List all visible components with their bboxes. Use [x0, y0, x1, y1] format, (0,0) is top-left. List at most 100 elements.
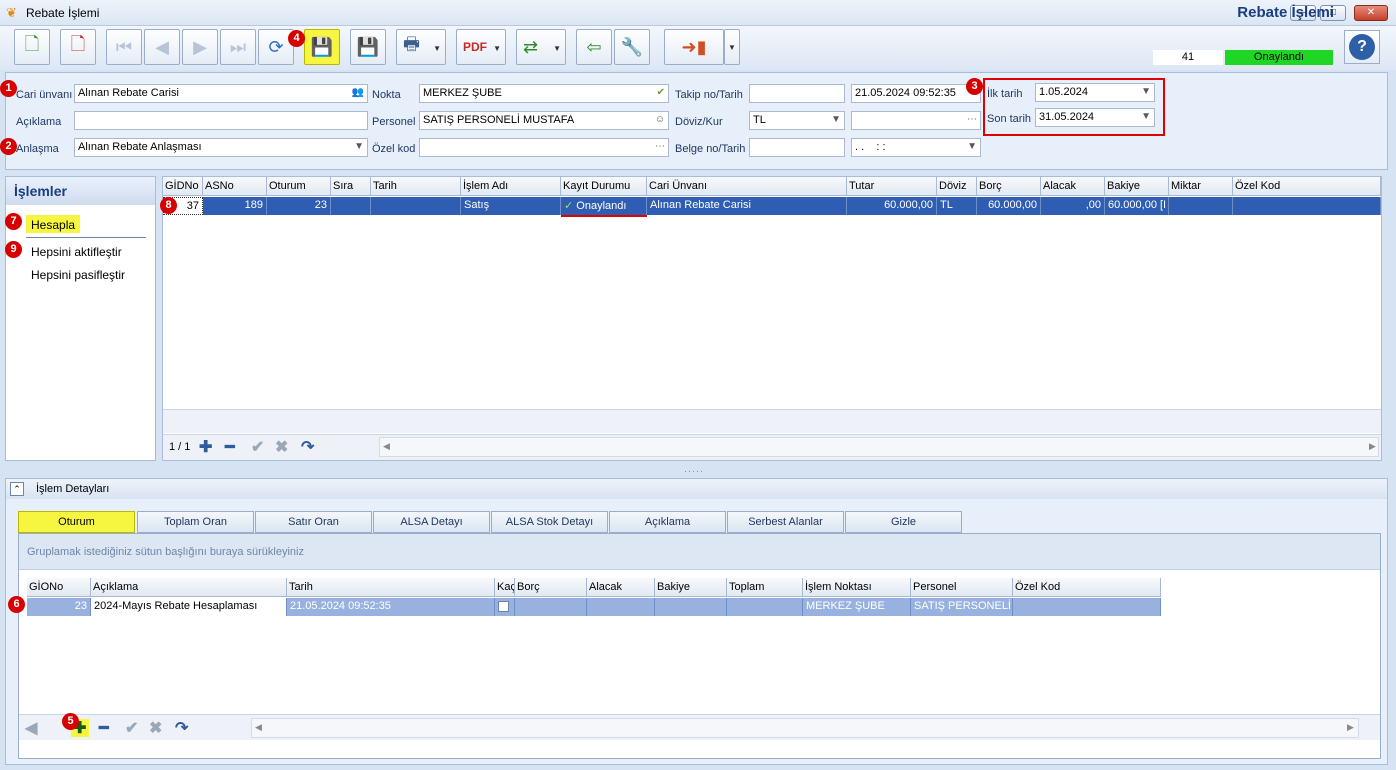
scroll-left-icon[interactable]: ◀: [383, 441, 390, 452]
refresh-row-icon[interactable]: ↷: [175, 718, 188, 738]
anlasma-select[interactable]: Alınan Rebate Anlaşması ▼: [74, 138, 368, 157]
column-header-tutar[interactable]: Tutar: [847, 177, 937, 196]
confirm-row-icon[interactable]: ✔: [251, 437, 264, 457]
cari-unvani-field[interactable]: Alınan Rebate Carisi 👥: [74, 84, 368, 103]
detail-header-personel[interactable]: Personel: [911, 578, 1013, 597]
cell-bakiye[interactable]: 60.000,00 [I: [1105, 197, 1169, 215]
confirm-row-icon[interactable]: ✔: [125, 718, 138, 738]
cell-islem-adi[interactable]: Satış: [461, 197, 561, 215]
column-header-borc[interactable]: Borç: [977, 177, 1041, 196]
action-hesapla[interactable]: Hesapla: [31, 218, 75, 232]
column-header-alacak[interactable]: Alacak: [1041, 177, 1105, 196]
detail-header-alacak[interactable]: Alacak: [587, 578, 655, 597]
previous-icon[interactable]: ◀: [25, 718, 37, 738]
column-header-tarih[interactable]: Tarih: [371, 177, 461, 196]
splitter-handle[interactable]: ·····: [684, 466, 704, 476]
tab-oturum[interactable]: Oturum: [18, 511, 135, 533]
cell-cari-unvani[interactable]: Alınan Rebate Carisi: [647, 197, 847, 215]
detail-cell-ozel-kod[interactable]: [1013, 598, 1161, 616]
detail-header-toplam[interactable]: Toplam: [727, 578, 803, 597]
cell-tutar[interactable]: 60.000,00: [847, 197, 937, 215]
belge-no-field[interactable]: [749, 138, 845, 157]
detail-header-tarih[interactable]: Tarih: [287, 578, 495, 597]
aciklama-field[interactable]: [74, 111, 368, 130]
column-header-bakiye[interactable]: Bakiye: [1105, 177, 1169, 196]
detail-cell-bakiye[interactable]: [655, 598, 727, 616]
help-button[interactable]: ?: [1344, 30, 1380, 64]
import-button[interactable]: ⇦: [576, 29, 612, 65]
cell-doviz[interactable]: TL: [937, 197, 977, 215]
transfer-button[interactable]: ⇄ ▼: [516, 29, 566, 65]
check-lookup-icon[interactable]: ✔: [657, 87, 665, 98]
chevron-down-icon[interactable]: ▼: [1141, 111, 1151, 122]
detail-cell-aciklama[interactable]: 2024-Mayıs Rebate Hesaplaması: [91, 598, 287, 616]
cell-sira[interactable]: [331, 197, 371, 215]
chevron-down-icon[interactable]: ▼: [1141, 86, 1151, 97]
action-hepsini-pasiflestir[interactable]: Hepsini pasifleştir: [31, 268, 125, 282]
column-header-islem-adi[interactable]: İşlem Adı: [461, 177, 561, 196]
belge-date-field[interactable]: . . : : ▼: [851, 138, 981, 157]
son-tarih-select[interactable]: 31.05.2024 ▼: [1035, 108, 1155, 127]
action-hepsini-aktiflestir[interactable]: Hepsini aktifleştir: [31, 245, 122, 259]
new-document-button[interactable]: 🗋: [14, 29, 50, 65]
print-button[interactable]: 🖶 ▼: [396, 29, 446, 65]
detail-header-aciklama[interactable]: Açıklama: [91, 578, 287, 597]
column-header-cari-unvani[interactable]: Cari Ünvanı: [647, 177, 847, 196]
chevron-down-icon[interactable]: ▼: [354, 141, 364, 152]
detail-cell-alacak[interactable]: [587, 598, 655, 616]
horizontal-scrollbar[interactable]: [379, 437, 1379, 457]
chevron-down-icon[interactable]: ▼: [967, 141, 977, 152]
exit-dropdown-button[interactable]: ▼: [724, 29, 740, 65]
pdf-export-button[interactable]: PDF ▼: [456, 29, 506, 65]
remove-row-icon[interactable]: ━: [225, 437, 235, 457]
tab-serbest-alanlar[interactable]: Serbest Alanlar: [727, 511, 844, 533]
detail-header-bakiye[interactable]: Bakiye: [655, 578, 727, 597]
users-lookup-icon[interactable]: 👥: [352, 87, 364, 98]
column-header-gidno[interactable]: GİDNo: [163, 177, 203, 196]
detail-header-giono[interactable]: GİONo: [27, 578, 91, 597]
cell-alacak[interactable]: ,00: [1041, 197, 1105, 215]
cell-oturum[interactable]: 23: [267, 197, 331, 215]
detail-cell-islem-noktasi[interactable]: MERKEZ ŞUBE: [803, 598, 911, 616]
tab-alsa-detayi[interactable]: ALSA Detayı: [373, 511, 490, 533]
person-lookup-icon[interactable]: ☺: [655, 114, 665, 125]
settings-button[interactable]: 🔧: [614, 29, 650, 65]
column-header-ozel-kod[interactable]: Özel Kod: [1233, 177, 1381, 196]
ilk-tarih-select[interactable]: 1.05.2024 ▼: [1035, 83, 1155, 102]
detail-cell-tarih[interactable]: 21.05.2024 09:52:35: [287, 598, 495, 616]
column-header-asno[interactable]: ASNo: [203, 177, 267, 196]
tab-toplam-oran[interactable]: Toplam Oran: [137, 511, 254, 533]
detail-cell-giono[interactable]: 23: [27, 598, 91, 616]
close-button[interactable]: ✕: [1354, 5, 1388, 21]
ozel-kod-field[interactable]: ⋯: [419, 138, 669, 157]
refresh-row-icon[interactable]: ↷: [301, 437, 314, 457]
cell-kayit-durumu[interactable]: ✓ Onaylandı: [561, 197, 647, 215]
personel-field[interactable]: SATIŞ PERSONELİ MUSTAFA ☺: [419, 111, 669, 130]
ellipsis-icon[interactable]: ⋯: [655, 141, 665, 152]
detail-cell-kac[interactable]: [495, 598, 515, 616]
doviz-select[interactable]: TL ▼: [749, 111, 845, 130]
group-by-area[interactable]: Gruplamak istediğiniz sütun başlığını bu…: [19, 534, 1380, 570]
nokta-field[interactable]: MERKEZ ŞUBE ✔: [419, 84, 669, 103]
cell-asno[interactable]: 189: [203, 197, 267, 215]
horizontal-scrollbar[interactable]: [251, 718, 1359, 738]
add-row-icon[interactable]: ✚: [199, 437, 212, 457]
tab-aciklama[interactable]: Açıklama: [609, 511, 726, 533]
tab-gizle[interactable]: Gizle: [845, 511, 962, 533]
column-header-miktar[interactable]: Miktar: [1169, 177, 1233, 196]
kur-field[interactable]: ⋯: [851, 111, 981, 130]
cell-tarih[interactable]: [371, 197, 461, 215]
detail-cell-borc[interactable]: [515, 598, 587, 616]
first-record-button[interactable]: ⏮: [106, 29, 142, 65]
remove-row-icon[interactable]: ━: [99, 718, 109, 738]
detail-cell-personel[interactable]: SATIŞ PERSONELİ M: [911, 598, 1013, 616]
collapse-icon[interactable]: ⌃: [10, 482, 24, 496]
cancel-row-icon[interactable]: ✖: [275, 437, 288, 457]
cancel-row-icon[interactable]: ✖: [149, 718, 162, 738]
tab-satir-oran[interactable]: Satır Oran: [255, 511, 372, 533]
next-record-button[interactable]: ▶: [182, 29, 218, 65]
takip-no-field[interactable]: [749, 84, 845, 103]
scroll-right-icon[interactable]: ▶: [1347, 722, 1354, 733]
previous-record-button[interactable]: ◀: [144, 29, 180, 65]
save-cancel-button[interactable]: 💾: [350, 29, 386, 65]
